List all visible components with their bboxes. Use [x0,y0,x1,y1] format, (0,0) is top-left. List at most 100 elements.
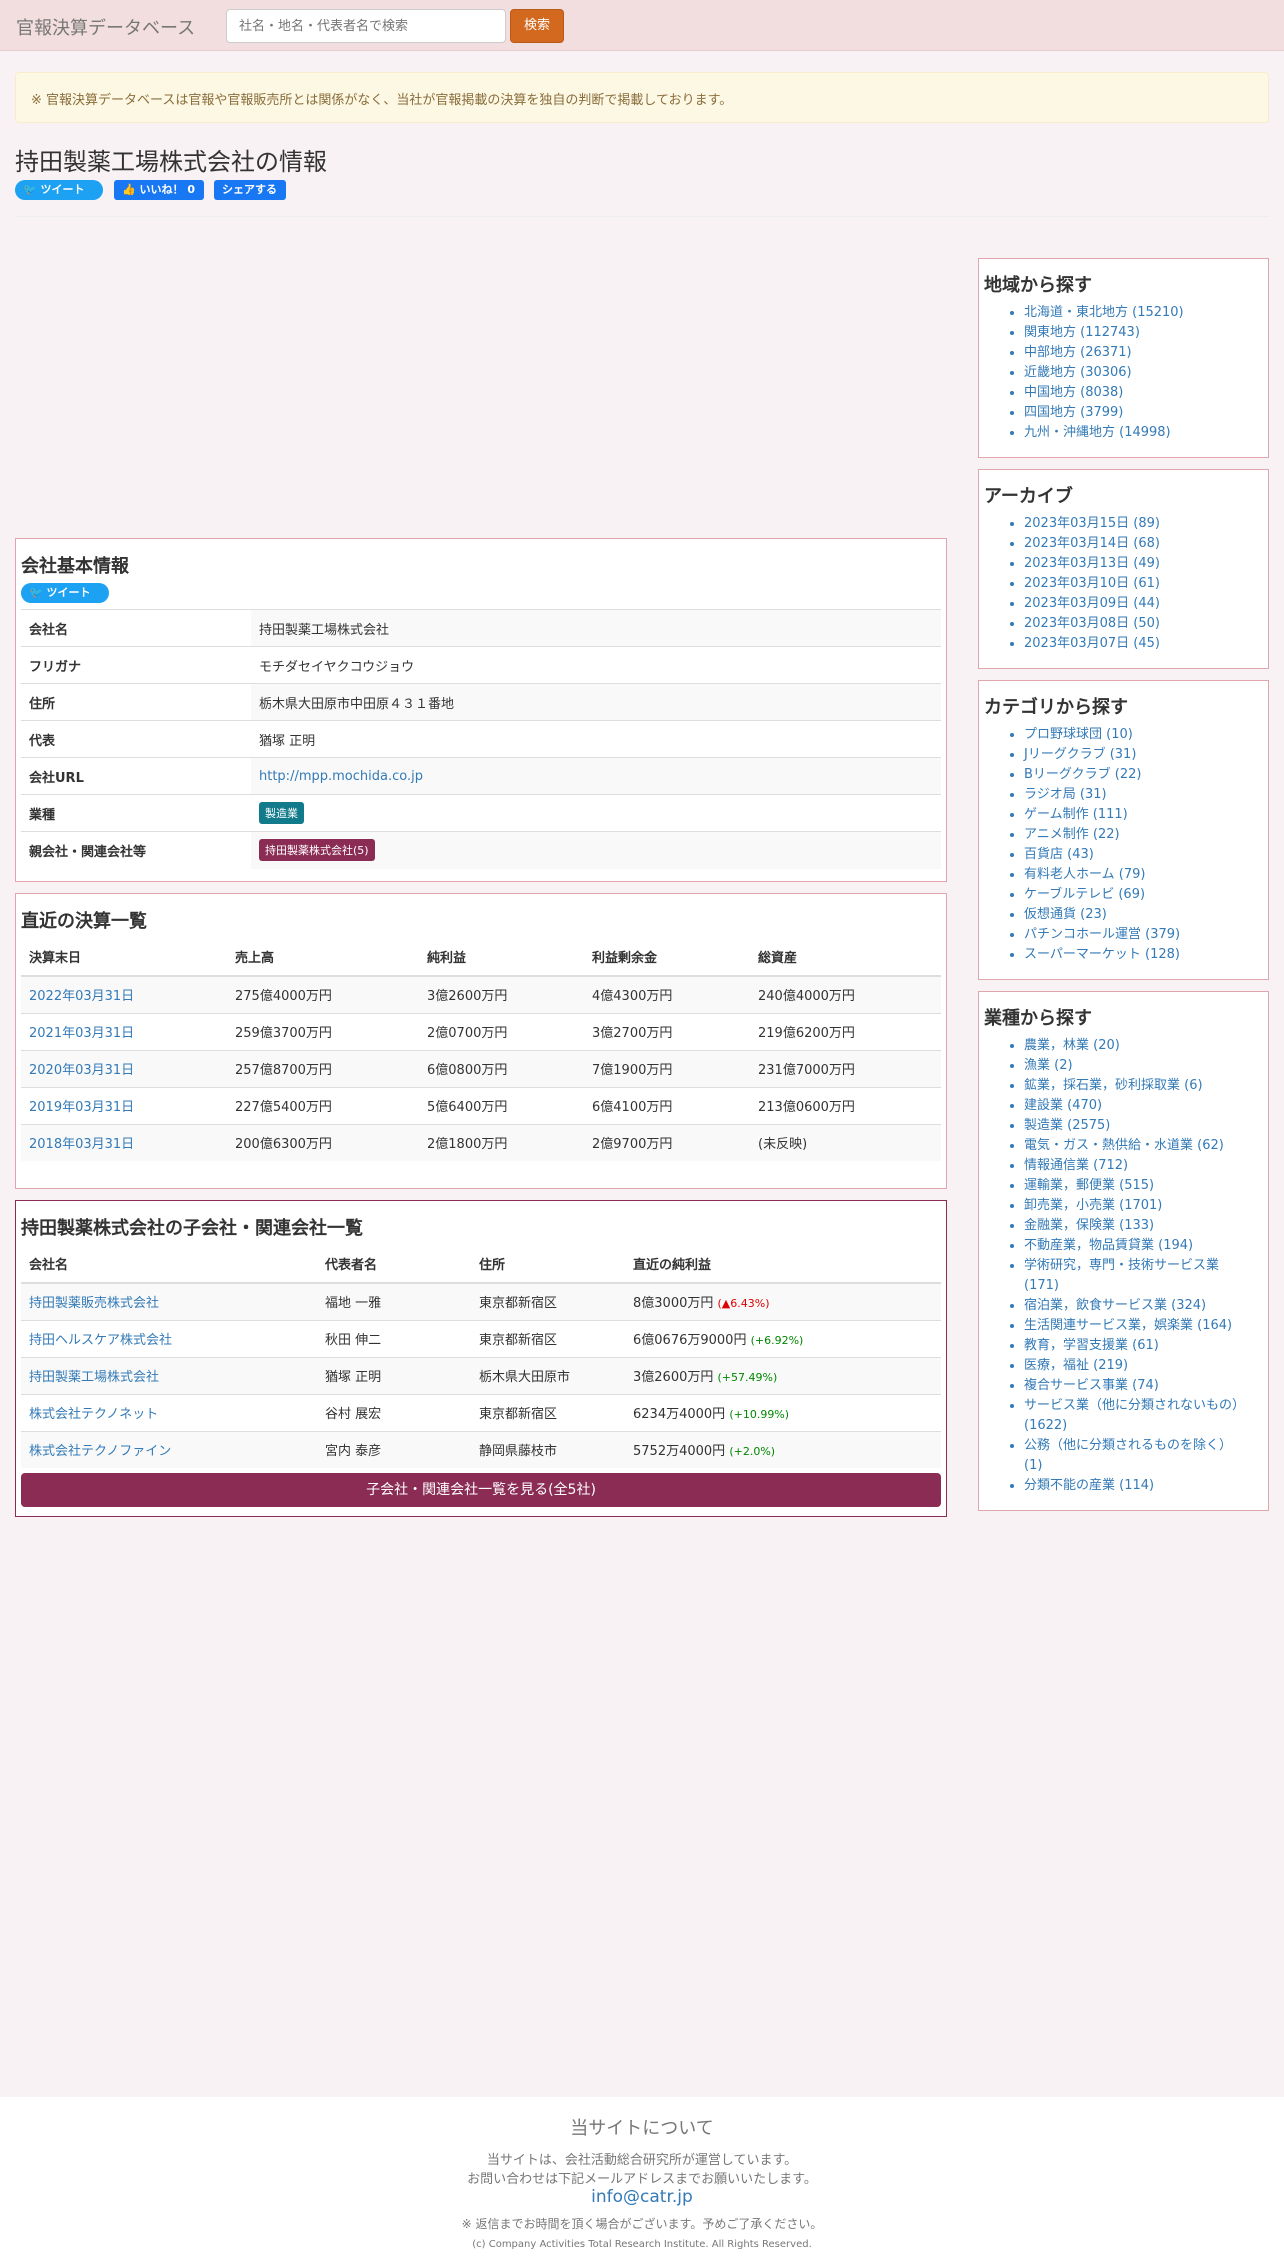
disclaimer-notice: ※ 官報決算データベースは官報や官報販売所とは関係がなく、当社が官報掲載の決算を… [15,72,1269,123]
sidebar-link-category[interactable]: ゲーム制作 (111) [1024,805,1249,825]
subsidiary-row: 株式会社テクノファイン 宮内 泰彦 静岡県藤枝市 5752万4000円 (+2.0%) [21,1430,941,1468]
sidebar-link-region[interactable]: 近畿地方 (30306) [1024,363,1249,383]
company-url-link[interactable]: http://mpp.mochida.co.jp [259,769,423,784]
sidebar-link-region[interactable]: 九州・沖縄地方 (14998) [1024,423,1249,443]
sidebar-link-archive[interactable]: 2023年03月13日 (49) [1024,554,1249,574]
financial-value: 7億1900万円 [584,1049,750,1087]
sidebar-link-industry[interactable]: 公務（他に分類されるものを除く） (1) [1024,1436,1249,1476]
sidebar-link-category[interactable]: プロ野球球団 (10) [1024,725,1249,745]
subsidiary-address: 東京都新宿区 [479,1407,558,1422]
footer-email-link[interactable]: info@catr.jp [0,2187,1284,2207]
sidebar-link-archive[interactable]: 2023年03月15日 (89) [1024,514,1249,534]
sidebar-link-industry[interactable]: 卸売業，小売業 (1701) [1024,1196,1249,1216]
basic-info-text: 持田製薬工場株式会社 [259,622,390,638]
subsidiary-cell: 株式会社テクノネット [21,1393,317,1431]
financial-date-link[interactable]: 2020年03月31日 [21,1049,227,1087]
financial-value: 2億9700万円 [584,1123,750,1161]
sidebar-link-archive[interactable]: 2023年03月14日 (68) [1024,534,1249,554]
subsidiary-name-link[interactable]: 株式会社テクノファイン [29,1444,171,1459]
basic-info-value: 持田製薬工場株式会社 [251,609,941,647]
site-brand[interactable]: 官報決算データベース [16,14,195,40]
subsidiary-name-link[interactable]: 持田ヘルスケア株式会社 [29,1333,172,1348]
sidebar-link-region[interactable]: 北海道・東北地方 (15210) [1024,303,1249,323]
sidebar-link-category[interactable]: Jリーグクラブ (31) [1024,745,1249,765]
financials-panel: 直近の決算一覧 決算末日 売上高 純利益 利益剰余金 総資産 2022年03月31日 27… [15,893,947,1189]
sidebar-link-industry[interactable]: 複合サービス事業 (74) [1024,1376,1249,1396]
financial-date-link[interactable]: 2018年03月31日 [21,1123,227,1161]
sidebar-link-industry[interactable]: サービス業（他に分類されないもの） (1622) [1024,1396,1249,1436]
sidebar-link-category[interactable]: 仮想通貨 (23) [1024,905,1249,925]
sidebar-link-category[interactable]: ケーブルテレビ (69) [1024,885,1249,905]
region-heading: 地域から探す [984,275,1092,296]
sidebar-link-category[interactable]: 百貨店 (43) [1024,845,1249,865]
basic-info-row: 住所 栃木県大田原市中田原４３１番地 [21,683,941,721]
category-list: プロ野球球団 (10)Jリーグクラブ (31)Bリーグクラブ (22)ラジオ局 … [1024,725,1249,965]
financials-column-header: 総資産 [750,938,941,977]
sidebar-link-region[interactable]: 中国地方 (8038) [1024,383,1249,403]
financial-value: (未反映) [750,1123,941,1161]
subsidiary-name-link[interactable]: 持田製薬工場株式会社 [29,1370,159,1385]
sidebar-link-archive[interactable]: 2023年03月09日 (44) [1024,594,1249,614]
financial-value: 240億4000万円 [750,975,941,1013]
sidebar-link-industry[interactable]: 運輸業，郵便業 (515) [1024,1176,1249,1196]
sidebar-link-category[interactable]: アニメ制作 (22) [1024,825,1249,845]
basic-info-row: 会社URL http://mpp.mochida.co.jp [21,757,941,795]
financial-value: 4億4300万円 [584,975,750,1013]
basic-info-table: 会社名 持田製薬工場株式会社 フリガナ モチダセイヤクコウジョウ 住所 栃木県大田原市中田… [21,609,941,869]
sidebar-category-panel: カテゴリから探す プロ野球球団 (10)Jリーグクラブ (31)Bリーグクラブ … [978,680,1269,980]
sidebar-link-industry[interactable]: 分類不能の産業 (114) [1024,1476,1249,1496]
sidebar-link-category[interactable]: スーパーマーケット (128) [1024,945,1249,965]
sidebar-link-region[interactable]: 四国地方 (3799) [1024,403,1249,423]
subsidiary-name-link[interactable]: 持田製薬販売株式会社 [29,1296,159,1311]
sidebar-link-industry[interactable]: 生活関連サービス業，娯楽業 (164) [1024,1316,1249,1336]
search-button[interactable]: 検索 [510,9,564,43]
basic-info-row: 親会社・関連会社等 持田製薬株式会社(5) [21,831,941,869]
subsidiary-name-link[interactable]: 株式会社テクノネット [29,1407,158,1422]
sidebar-link-category[interactable]: ラジオ局 (31) [1024,785,1249,805]
sidebar-link-industry[interactable]: 情報通信業 (712) [1024,1156,1249,1176]
sidebar-link-industry[interactable]: 金融業，保険業 (133) [1024,1216,1249,1236]
subsidiary-cell: 福地 一雅 [317,1282,471,1320]
tweet-button[interactable]: 🐦 ツイート [15,180,103,200]
sidebar-link-industry[interactable]: 学術研究，専門・技術サービス業 (171) [1024,1256,1249,1296]
subsidiary-cell: 6億0676万9000円 (+6.92%) [625,1319,941,1357]
sidebar-link-archive[interactable]: 2023年03月08日 (50) [1024,614,1249,634]
sidebar-link-archive[interactable]: 2023年03月10日 (61) [1024,574,1249,594]
sidebar-link-industry[interactable]: 製造業 (2575) [1024,1116,1249,1136]
subsidiary-representative: 秋田 伸二 [325,1333,382,1348]
sidebar-link-region[interactable]: 関東地方 (112743) [1024,323,1249,343]
sidebar-link-category[interactable]: Bリーグクラブ (22) [1024,765,1249,785]
financial-date-link[interactable]: 2019年03月31日 [21,1086,227,1124]
profit-change: (▲6.43%) [717,1297,770,1311]
sidebar-link-category[interactable]: パチンコホール運営 (379) [1024,925,1249,945]
divider [15,216,1269,217]
share-button[interactable]: シェアする [214,180,286,200]
sidebar-link-industry[interactable]: 建設業 (470) [1024,1096,1249,1116]
twitter-icon: 🐦 [29,586,47,599]
subsidiary-cell: 8億3000万円 (▲6.43%) [625,1282,941,1320]
sidebar-link-industry[interactable]: 漁業 (2) [1024,1056,1249,1076]
search-input[interactable] [226,9,506,43]
like-button[interactable]: 👍 いいね！ 0 [114,180,204,200]
sidebar-link-industry[interactable]: 不動産業，物品賃貸業 (194) [1024,1236,1249,1256]
sidebar-link-region[interactable]: 中部地方 (26371) [1024,343,1249,363]
sidebar-link-category[interactable]: 有料老人ホーム (79) [1024,865,1249,885]
basic-tweet-button[interactable]: 🐦 ツイート [21,583,109,603]
financial-date-link[interactable]: 2021年03月31日 [21,1012,227,1050]
subsidiary-cell: 持田ヘルスケア株式会社 [21,1319,317,1357]
subsidiary-profit: 6234万4000円 [633,1407,726,1422]
financial-value: 257億8700万円 [227,1049,419,1087]
view-all-subsidiaries-button[interactable]: 子会社・関連会社一覧を見る(全5社) [21,1473,941,1507]
industry-badge[interactable]: 製造業 [259,802,304,824]
financials-row: 2018年03月31日 200億6300万円 2億1800万円 2億9700万円 (未反… [21,1123,941,1161]
parent-company-badge[interactable]: 持田製薬株式会社(5) [259,839,375,862]
sidebar-link-industry[interactable]: 電気・ガス・熱供給・水道業 (62) [1024,1136,1249,1156]
sidebar-link-industry[interactable]: 鉱業，採石業，砂利採取業 (6) [1024,1076,1249,1096]
sidebar-link-industry[interactable]: 農業，林業 (20) [1024,1036,1249,1056]
sidebar-link-industry[interactable]: 教育，学習支援業 (61) [1024,1336,1249,1356]
profit-change: (+57.49%) [717,1371,778,1384]
financial-date-link[interactable]: 2022年03月31日 [21,975,227,1013]
sidebar-link-industry[interactable]: 医療，福祉 (219) [1024,1356,1249,1376]
sidebar-link-industry[interactable]: 宿泊業，飲食サービス業 (324) [1024,1296,1249,1316]
sidebar-link-archive[interactable]: 2023年03月07日 (45) [1024,634,1249,654]
